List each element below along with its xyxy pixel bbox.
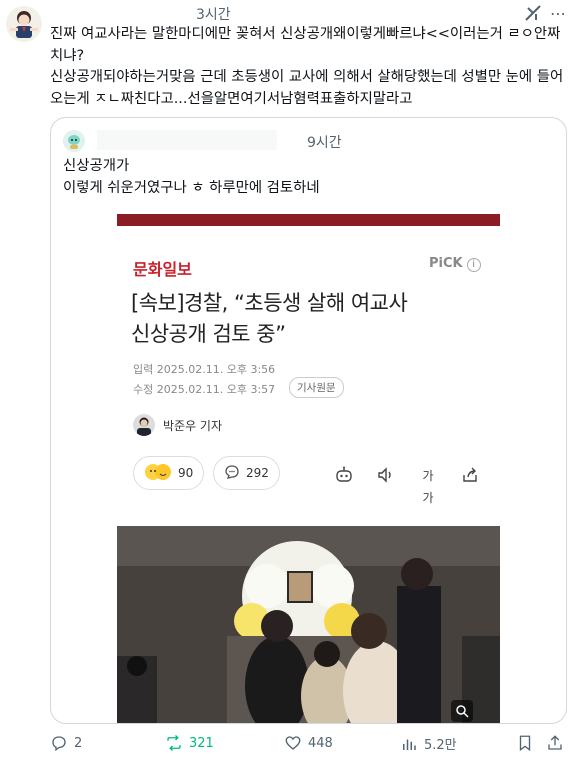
original-article-button: 기사원문 — [289, 377, 344, 398]
edit-date: 수정 2025.02.11. 오후 3:57 — [133, 383, 276, 396]
headline-line: [속보]경찰, “초등생 살해 여교사 — [131, 291, 408, 315]
like-icon — [285, 736, 301, 750]
reply-icon — [52, 736, 66, 752]
repost-icon — [167, 735, 181, 751]
tweet-text-line: 진짜 여교사라는 말한마디에만 꽂혀서 신상공개왜이렇게빠르냐<<이러는거 ㄹㅇ… — [50, 26, 561, 64]
info-icon: i — [466, 258, 481, 272]
comment-pill: 292 — [213, 456, 280, 490]
reporter-name: 박준우 기자 — [163, 419, 223, 433]
pick-label: PiCK — [429, 256, 463, 271]
comment-count: 292 — [246, 466, 269, 480]
tweet-text-line: 신상공개되야하는거맞음 근데 초등생이 교사에 의해서 살해당했는데 성별만 눈… — [50, 69, 564, 107]
author-name-redacted[interactable] — [60, 0, 190, 24]
news-brand: 문화일보 — [133, 260, 192, 279]
reaction-pill: 90 — [133, 456, 205, 490]
quoted-author-redacted[interactable] — [97, 130, 277, 150]
news-photo — [117, 526, 500, 723]
share-icon — [548, 735, 562, 750]
headline-line: 신상공개 검토 중” — [131, 322, 286, 346]
article-share-icon — [459, 465, 481, 487]
comment-icon — [224, 464, 240, 483]
text-size-icon: 가가 — [422, 469, 434, 505]
view-count: 5.2만 — [424, 738, 457, 753]
bot-icon — [333, 465, 355, 487]
views-icon — [403, 739, 416, 750]
share-button[interactable] — [546, 734, 564, 752]
reaction-emoji-icon — [144, 463, 172, 484]
more-icon[interactable]: ⋯ — [550, 4, 566, 23]
views-button[interactable]: 5.2만 — [400, 734, 457, 753]
reaction-count: 90 — [178, 466, 194, 480]
quoted-time[interactable]: 9시간 — [307, 132, 342, 152]
bookmark-button[interactable] — [516, 734, 534, 752]
quoted-tweet[interactable]: 9시간 신상공개가 이렇게 쉬운거였구나 ㅎ 하루만에 검토하네 문화일보 Pi… — [50, 117, 567, 724]
reporter-avatar — [133, 414, 155, 436]
quoted-avatar[interactable] — [63, 130, 85, 152]
input-date: 입력 2025.02.11. 오후 3:56 — [133, 363, 276, 376]
speaker-icon — [375, 465, 397, 487]
article-headline: [속보]경찰, “초등생 살해 여교사 신상공개 검토 중” — [131, 288, 491, 350]
quoted-text-line: 신상공개가 — [63, 158, 130, 174]
bookmark-icon — [519, 735, 531, 752]
action-bar: 2 321 448 5.2만 — [0, 734, 574, 760]
tweet-time[interactable]: 3시간 — [196, 4, 231, 24]
reply-count: 2 — [74, 735, 83, 751]
quoted-text-line: 이렇게 쉬운거였구나 ㅎ 하루만에 검토하네 — [63, 179, 320, 196]
like-button[interactable]: 448 — [284, 734, 333, 752]
quoted-text: 신상공개가 이렇게 쉬운거였구나 ㅎ 하루만에 검토하네 — [63, 156, 320, 199]
tweet-text: 진짜 여교사라는 말한마디에만 꽂혀서 신상공개왜이렇게빠르냐<<이러는거 ㄹㅇ… — [50, 24, 565, 110]
avatar[interactable] — [6, 6, 42, 42]
zoom-icon[interactable] — [451, 700, 473, 722]
repost-button[interactable]: 321 — [165, 734, 214, 752]
pick-badge: PiCK i — [429, 256, 481, 272]
reply-button[interactable]: 2 — [50, 734, 82, 752]
grok-icon[interactable] — [522, 2, 544, 24]
repost-count: 321 — [189, 735, 214, 751]
article-topbar — [117, 214, 500, 226]
like-count: 448 — [308, 735, 333, 751]
article-screenshot[interactable]: 문화일보 PiCK i [속보]경찰, “초등생 살해 여교사 신상공개 검토 중… — [117, 214, 500, 723]
